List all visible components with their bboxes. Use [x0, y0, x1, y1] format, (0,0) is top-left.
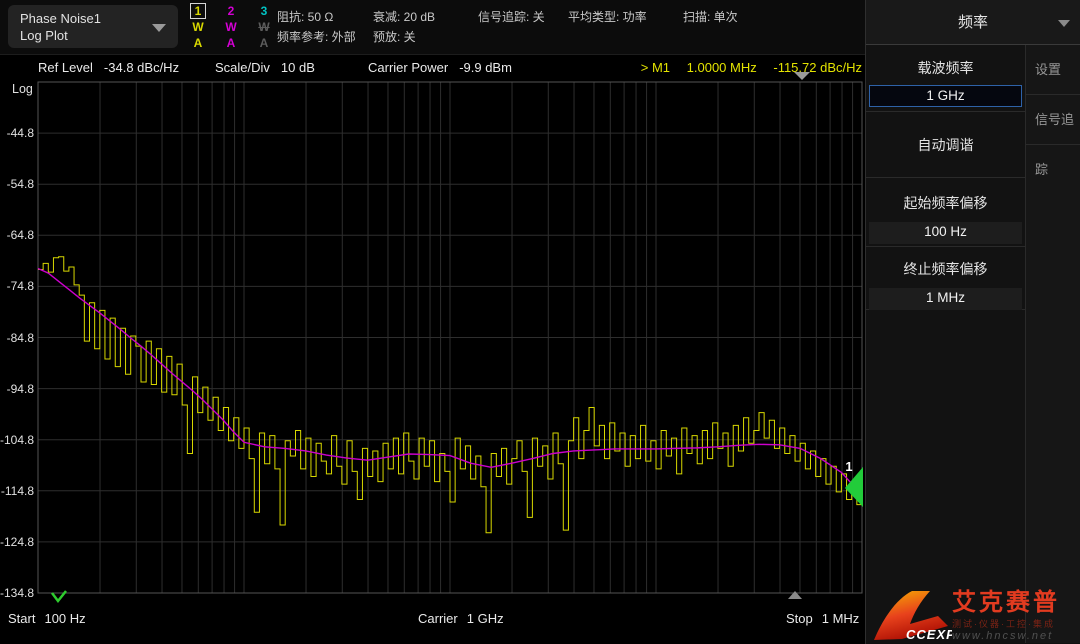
- vendor-watermark: CCEXP 艾克赛普 测试·仪器·工控·集成 www.hncsw.net: [866, 588, 1080, 644]
- top-position-triangle-icon: [794, 72, 810, 80]
- carrier-frequency-value[interactable]: 1 GHz: [869, 85, 1022, 107]
- panel-side-tabs: 设置 信号追踪: [1025, 45, 1080, 643]
- tab-settings[interactable]: 设置: [1026, 45, 1080, 95]
- measurement-view: Log Plot: [20, 27, 166, 44]
- chevron-down-icon: [152, 24, 166, 32]
- status-signal-track: 信号追踪: 关: [478, 7, 545, 27]
- status-impedance-freqref: 阻抗: 50 Ω 频率参考: 外部: [277, 7, 356, 47]
- status-atten-preamp: 衰减: 20 dB 预放: 关: [373, 7, 435, 47]
- top-status-bar: Phase Noise1 Log Plot 1 W A 2 W A 3 W A …: [0, 0, 865, 55]
- carrier-frequency-button[interactable]: 载波频率 1 GHz: [866, 45, 1025, 112]
- watermark-tagline: 测试·仪器·工控·集成: [952, 617, 1080, 630]
- plot-canvas: 1: [0, 55, 865, 644]
- tab-signal-tracking[interactable]: 信号追踪: [1026, 95, 1080, 145]
- trace-3-indicator[interactable]: 3 W A: [253, 3, 275, 51]
- grid-lines: [38, 82, 862, 593]
- status-sweep: 扫描: 单次: [683, 7, 738, 27]
- carrier-frequency-label: Carrier1 GHz: [418, 611, 504, 626]
- phase-noise-plot-area: Ref Level-34.8 dBc/Hz Scale/Div10 dB Car…: [0, 55, 865, 644]
- watermark-brand-cn: 艾克赛普: [952, 590, 1080, 616]
- measurement-selector[interactable]: Phase Noise1 Log Plot: [8, 5, 178, 48]
- trace-1-indicator[interactable]: 1 W A: [187, 3, 209, 51]
- frequency-menu-panel: 频率 载波频率 1 GHz 自动调谐 起始频率偏移 100 Hz 终止频率偏移 …: [865, 0, 1080, 644]
- watermark-url: www.hncsw.net: [952, 630, 1080, 642]
- stop-offset-value[interactable]: 1 MHz: [869, 288, 1022, 310]
- accexp-logo-icon: CCEXP: [868, 588, 952, 644]
- start-offset-button[interactable]: 起始频率偏移 100 Hz: [866, 178, 1025, 247]
- measurement-name: Phase Noise1: [20, 10, 166, 27]
- auto-tune-button[interactable]: 自动调谐: [866, 112, 1025, 178]
- stop-frequency-label: Stop1 MHz: [786, 611, 859, 626]
- panel-title-dropdown[interactable]: 频率: [866, 0, 1080, 45]
- trace-2-indicator[interactable]: 2 W A: [220, 3, 242, 51]
- panel-buttons: 载波频率 1 GHz 自动调谐 起始频率偏移 100 Hz 终止频率偏移 1 M…: [866, 45, 1025, 643]
- start-offset-value[interactable]: 100 Hz: [869, 222, 1022, 244]
- trace-legend: 1 W A 2 W A 3 W A: [187, 3, 275, 51]
- svg-text:CCEXP: CCEXP: [906, 627, 952, 642]
- panel-title: 频率: [866, 0, 1080, 45]
- status-average-type: 平均类型: 功率: [568, 7, 647, 27]
- stop-offset-button[interactable]: 终止频率偏移 1 MHz: [866, 247, 1025, 310]
- chevron-down-icon: [1058, 20, 1070, 27]
- start-frequency-label: Start100 Hz: [8, 611, 86, 626]
- marker-m1-label: 1: [845, 459, 852, 474]
